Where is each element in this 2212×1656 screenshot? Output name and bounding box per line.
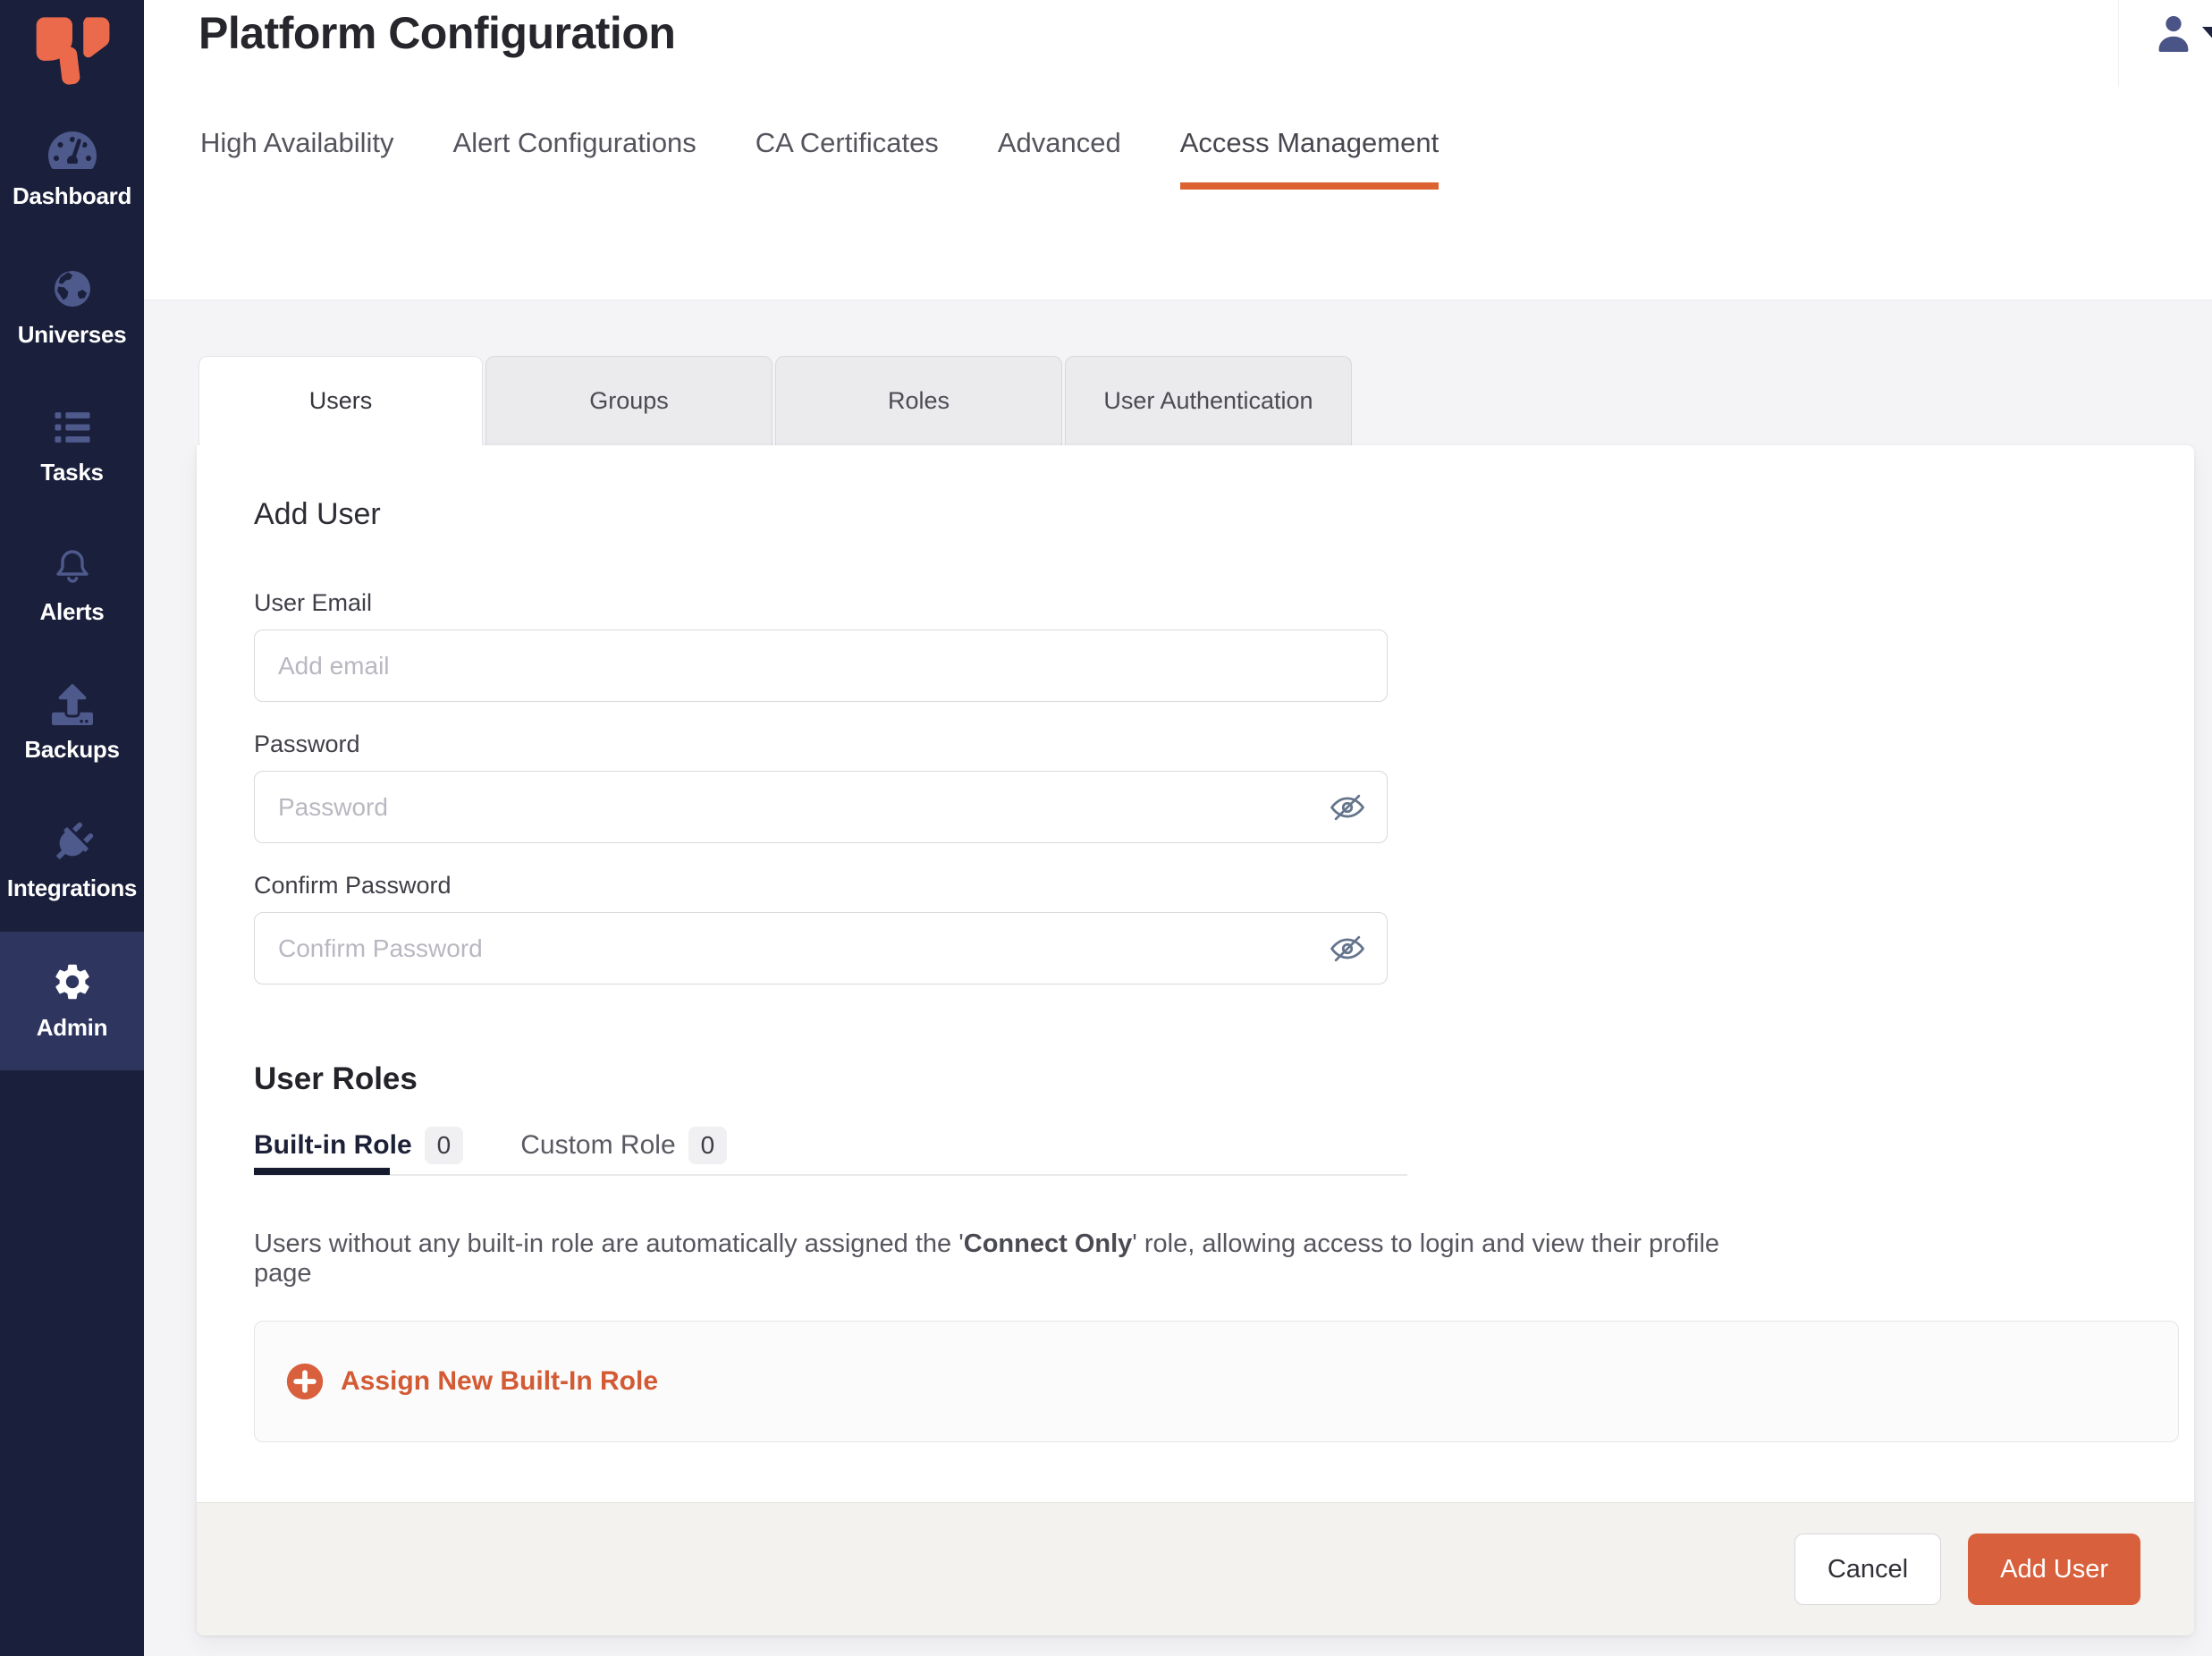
tab-user-authentication[interactable]: User Authentication: [1065, 356, 1352, 445]
add-user-panel: Add User User Email Password: [197, 445, 2194, 1635]
password-input[interactable]: [254, 771, 1388, 843]
sidebar-item-integrations[interactable]: Integrations: [0, 793, 144, 932]
page-header: Platform Configuration High Availability…: [144, 0, 2212, 300]
access-management-subtabs: Users Groups Roles User Authentication: [198, 356, 2212, 445]
tab-users[interactable]: Users: [198, 356, 483, 445]
user-avatar-icon: [2152, 11, 2195, 55]
list-icon: [52, 407, 93, 448]
tab-ca-certificates[interactable]: CA Certificates: [756, 127, 939, 190]
tab-high-availability[interactable]: High Availability: [200, 127, 394, 190]
toggle-confirm-password-visibility-button[interactable]: [1327, 928, 1368, 969]
form-footer: Cancel Add User: [197, 1502, 2194, 1635]
sidebar-item-backups[interactable]: Backups: [0, 655, 144, 793]
upload-icon: [52, 684, 93, 725]
toggle-password-visibility-button[interactable]: [1327, 787, 1368, 828]
assign-built-in-role-button[interactable]: Assign New Built-In Role: [254, 1321, 2179, 1442]
add-user-button[interactable]: Add User: [1968, 1533, 2140, 1605]
page-title: Platform Configuration: [198, 7, 675, 59]
tab-advanced[interactable]: Advanced: [998, 127, 1121, 190]
custom-role-label: Custom Role: [520, 1130, 675, 1161]
sidebar-item-label: Integrations: [7, 874, 137, 902]
plug-icon: [52, 823, 93, 864]
sidebar-item-admin[interactable]: Admin: [0, 932, 144, 1070]
tab-groups[interactable]: Groups: [485, 356, 773, 445]
platform-config-tabs: High Availability Alert Configurations C…: [200, 127, 1439, 190]
tab-alert-configurations[interactable]: Alert Configurations: [453, 127, 697, 190]
chevron-down-icon[interactable]: [2202, 27, 2212, 42]
sidebar-item-label: Dashboard: [13, 182, 131, 210]
tab-custom-role[interactable]: Custom Role 0: [520, 1127, 727, 1164]
built-in-role-label: Built-in Role: [254, 1130, 412, 1161]
add-user-heading: Add User: [254, 497, 2194, 532]
sidebar-item-label: Alerts: [40, 598, 105, 626]
user-email-field-group: User Email: [254, 589, 2194, 702]
cancel-button[interactable]: Cancel: [1794, 1533, 1941, 1605]
assign-built-in-role-label: Assign New Built-In Role: [341, 1366, 658, 1397]
sidebar-item-label: Tasks: [40, 459, 103, 486]
password-field-group: Password: [254, 731, 2194, 843]
yugabyte-logo[interactable]: [0, 0, 144, 100]
user-menu[interactable]: [2152, 11, 2195, 55]
built-in-role-count-badge: 0: [425, 1127, 464, 1164]
confirm-password-input[interactable]: [254, 912, 1388, 984]
sidebar-item-universes[interactable]: Universes: [0, 239, 144, 377]
role-tabs-underline: [254, 1168, 1407, 1176]
access-management-content: Users Groups Roles User Authentication A…: [144, 300, 2212, 1656]
sidebar-nav: Dashboard Universes Tasks: [0, 100, 144, 1070]
role-type-tabs: Built-in Role 0 Custom Role 0: [254, 1127, 2194, 1164]
password-label: Password: [254, 731, 2194, 758]
globe-icon: [51, 267, 94, 310]
sidebar-item-label: Backups: [24, 736, 119, 764]
eye-slash-icon: [1328, 929, 1367, 968]
sidebar: Dashboard Universes Tasks: [0, 0, 144, 1656]
sidebar-item-dashboard[interactable]: Dashboard: [0, 100, 144, 239]
gauge-icon: [48, 129, 97, 172]
user-email-label: User Email: [254, 589, 2194, 617]
header-divider: [2118, 0, 2119, 87]
tab-access-management[interactable]: Access Management: [1180, 127, 1439, 190]
user-email-input[interactable]: [254, 629, 1388, 702]
confirm-password-label: Confirm Password: [254, 872, 2194, 900]
connect-only-role-name: Connect Only: [964, 1229, 1133, 1258]
yugabyte-y-icon: [31, 14, 114, 89]
gear-icon: [51, 960, 94, 1003]
bell-icon: [51, 545, 94, 587]
user-roles-heading: User Roles: [254, 1061, 2194, 1097]
tab-roles[interactable]: Roles: [775, 356, 1062, 445]
tab-built-in-role[interactable]: Built-in Role 0: [254, 1127, 463, 1164]
custom-role-count-badge: 0: [688, 1127, 728, 1164]
plus-circle-icon: [285, 1362, 325, 1401]
eye-slash-icon: [1328, 788, 1367, 827]
sidebar-item-alerts[interactable]: Alerts: [0, 516, 144, 655]
sidebar-item-label: Universes: [18, 321, 127, 349]
sidebar-item-tasks[interactable]: Tasks: [0, 377, 144, 516]
roles-note: Users without any built-in role are auto…: [254, 1229, 1774, 1288]
confirm-password-field-group: Confirm Password: [254, 872, 2194, 984]
sidebar-item-label: Admin: [37, 1014, 107, 1042]
